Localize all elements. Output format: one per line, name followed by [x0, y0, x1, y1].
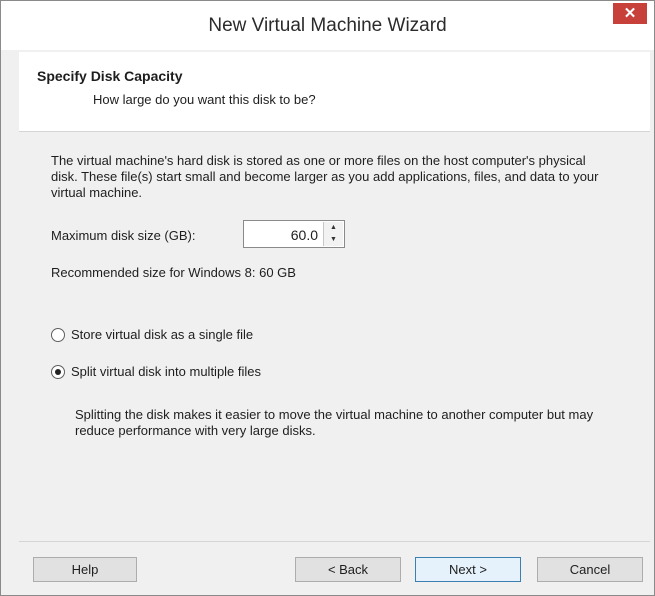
window-title: New Virtual Machine Wizard [208, 15, 447, 36]
split-files-option[interactable]: Split virtual disk into multiple files [51, 364, 311, 382]
button-bar: Help < Back Next > Cancel [19, 541, 650, 591]
cancel-button[interactable]: Cancel [537, 557, 643, 582]
split-files-label[interactable]: Split virtual disk into multiple files [71, 364, 261, 379]
max-disk-size-input[interactable]: 60.0 ▲ ▼ [243, 220, 345, 248]
spin-down-icon[interactable]: ▼ [324, 234, 343, 246]
step-header: Specify Disk Capacity How large do you w… [19, 52, 650, 132]
step-subtitle: How large do you want this disk to be? [93, 92, 316, 107]
wizard-window: New Virtual Machine Wizard ✕ Specify Dis… [0, 0, 655, 596]
step-title: Specify Disk Capacity [37, 68, 183, 84]
wizard-client-area: Specify Disk Capacity How large do you w… [19, 50, 650, 590]
split-files-radio[interactable] [51, 365, 65, 379]
disk-size-spinner[interactable]: ▲ ▼ [323, 222, 343, 246]
disk-description: The virtual machine's hard disk is store… [51, 153, 599, 200]
split-description: Splitting the disk makes it easier to mo… [75, 407, 594, 438]
single-file-option[interactable]: Store virtual disk as a single file [51, 327, 311, 345]
next-button[interactable]: Next > [415, 557, 521, 582]
max-disk-size-value[interactable]: 60.0 [291, 227, 318, 243]
title-bar: New Virtual Machine Wizard ✕ [1, 1, 654, 50]
single-file-radio[interactable] [51, 328, 65, 342]
recommended-size-text: Recommended size for Windows 8: 60 GB [51, 265, 296, 280]
close-icon[interactable]: ✕ [613, 3, 647, 24]
help-button[interactable]: Help [33, 557, 137, 582]
back-button[interactable]: < Back [295, 557, 401, 582]
max-disk-size-label: Maximum disk size (GB): [51, 228, 196, 243]
single-file-label[interactable]: Store virtual disk as a single file [71, 327, 253, 342]
